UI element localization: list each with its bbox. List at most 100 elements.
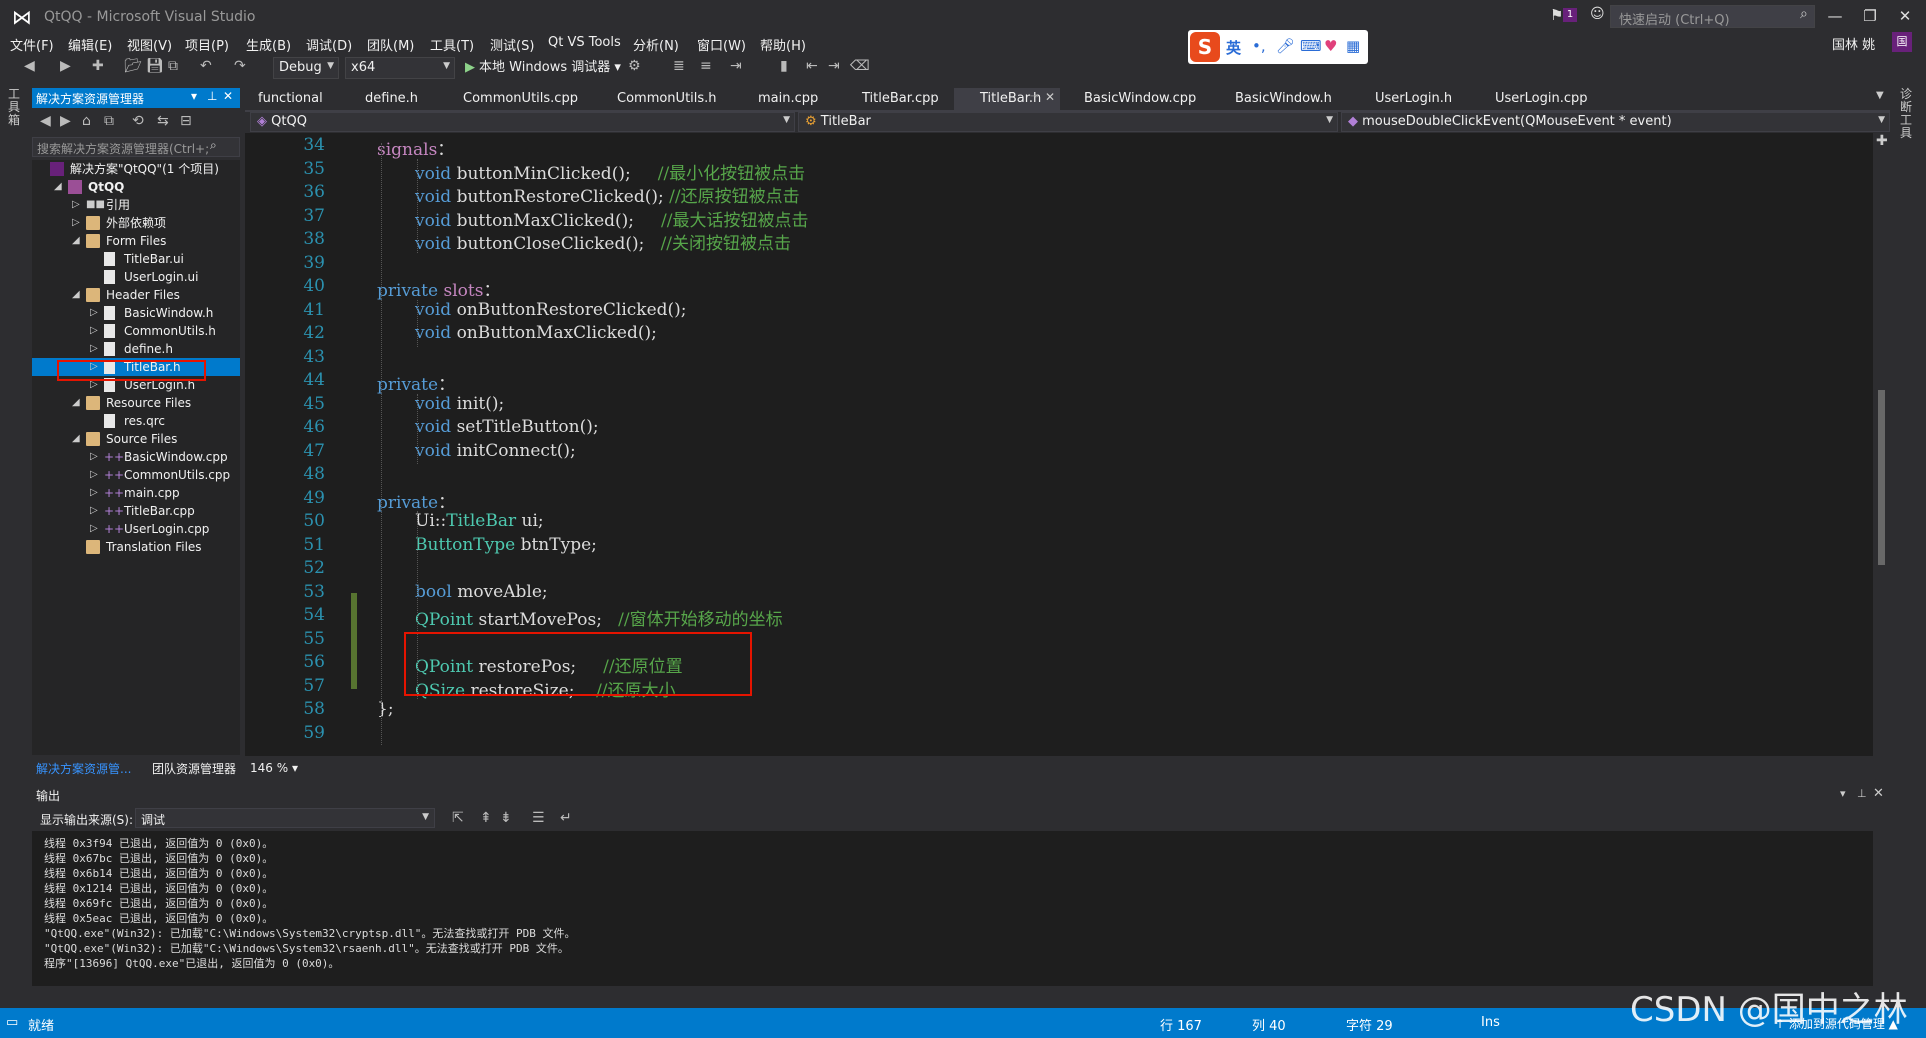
back-icon[interactable]: ◀ (40, 113, 51, 129)
prev-message-icon[interactable]: ⇞ (480, 810, 492, 826)
expand-icon[interactable]: ▷ (90, 322, 98, 340)
tab-commonutils-h[interactable]: CommonUtils.h (617, 91, 717, 106)
code-line[interactable]: void initConnect(); (415, 441, 576, 461)
tree-item[interactable]: ◢ QtQQ (32, 178, 240, 196)
tab-basicwindow-cpp[interactable]: BasicWindow.cpp (1084, 91, 1196, 106)
tree-item[interactable]: ▷ ■■ 引用 (32, 196, 240, 214)
bookmark-icon[interactable]: ▮ (780, 58, 788, 74)
collapse-icon[interactable]: ◢ (72, 286, 80, 304)
word-wrap-icon[interactable]: ↵ (560, 810, 572, 826)
code-line[interactable]: bool moveAble; (415, 582, 548, 602)
next-message-icon[interactable]: ⇟ (500, 810, 512, 826)
split-icon[interactable]: ✚ (1876, 133, 1888, 149)
close-icon[interactable]: ✕ (223, 89, 233, 103)
comment-icon[interactable]: ≣ (673, 58, 685, 74)
redo-icon[interactable]: ↷ (234, 58, 246, 74)
zoom-level[interactable]: 146 % ▾ (250, 761, 298, 775)
menu-item[interactable]: 项目(P) (185, 35, 229, 54)
tab-userlogin-h[interactable]: UserLogin.h (1375, 91, 1452, 106)
undo-icon[interactable]: ↶ (200, 58, 212, 74)
menu-item[interactable]: 工具(T) (430, 35, 474, 54)
tree-item[interactable]: ▷ BasicWindow.h (32, 304, 240, 322)
menu-item[interactable]: 帮助(H) (760, 35, 806, 54)
pin-icon[interactable]: ⊥ (207, 89, 217, 103)
tree-item[interactable]: ◢ Form Files (32, 232, 240, 250)
search-icon[interactable]: ⌕ (1800, 6, 1808, 22)
punctuation-icon[interactable]: •, (1252, 37, 1266, 55)
tab-commonutils-cpp[interactable]: CommonUtils.cpp (463, 91, 578, 106)
collapse-icon[interactable]: ◢ (72, 430, 80, 448)
editor-horizontal-scrollbar[interactable] (300, 757, 1890, 779)
collapse-icon[interactable]: ◢ (54, 178, 62, 196)
menu-item[interactable]: Qt VS Tools (548, 35, 621, 50)
tree-item[interactable]: ▷ define.h (32, 340, 240, 358)
tree-item[interactable]: ▷ ++ UserLogin.cpp (32, 520, 240, 538)
pending-changes-icon[interactable]: ⟲ (132, 113, 144, 129)
tree-item[interactable]: ◢ Source Files (32, 430, 240, 448)
tab-overflow-icon[interactable]: ▼ (1876, 90, 1884, 101)
expand-icon[interactable]: ▷ (90, 484, 98, 502)
dropdown-icon[interactable]: ▾ (1840, 787, 1846, 800)
tab-basicwindow-h[interactable]: BasicWindow.h (1235, 91, 1332, 106)
menu-item[interactable]: 视图(V) (127, 35, 172, 54)
back-icon[interactable]: ◀ (24, 58, 35, 74)
notification-flag-icon[interactable]: ⚑ (1550, 6, 1563, 24)
tree-item[interactable]: res.qrc (32, 412, 240, 430)
menu-item[interactable]: 生成(B) (246, 35, 291, 54)
output-source-select[interactable]: 调试 ▼ (135, 808, 435, 828)
clear-all-icon[interactable]: ☰ (532, 810, 545, 826)
configuration-select[interactable]: Debug ▼ (273, 57, 339, 79)
open-file-icon[interactable]: 📂︎ (124, 58, 142, 74)
menu-item[interactable]: 分析(N) (633, 35, 679, 54)
home-icon[interactable]: ⌂ (82, 113, 91, 129)
scrollbar-thumb[interactable] (1878, 390, 1885, 565)
tree-item[interactable]: UserLogin.ui (32, 268, 240, 286)
menu-item[interactable]: 编辑(E) (68, 35, 112, 54)
switch-views-icon[interactable]: ⧉ (104, 113, 114, 129)
tree-item[interactable]: ▷ ++ BasicWindow.cpp (32, 448, 240, 466)
menu-item[interactable]: 测试(S) (490, 35, 534, 54)
next-bookmark-icon[interactable]: ⇥ (828, 58, 840, 74)
code-line[interactable]: void onButtonRestoreClicked(); (415, 300, 687, 320)
feedback-icon[interactable]: ☺ (1590, 6, 1605, 22)
tree-item[interactable]: ▷ CommonUtils.h (32, 322, 240, 340)
start-debugging-button[interactable]: ▶ 本地 Windows 调试器 ▾ (465, 56, 621, 75)
expand-icon[interactable]: ▷ (90, 448, 98, 466)
tree-item[interactable]: ▷ ++ TitleBar.cpp (32, 502, 240, 520)
collapse-all-icon[interactable]: ⊟ (180, 113, 192, 129)
pin-icon[interactable]: ⊥ (1857, 787, 1867, 800)
pin-icon[interactable]: ⊸ (1030, 91, 1038, 102)
tree-item[interactable]: Translation Files (32, 538, 240, 556)
tree-item[interactable]: ▷ ++ CommonUtils.cpp (32, 466, 240, 484)
tree-item[interactable]: ▷ ++ main.cpp (32, 484, 240, 502)
tree-item[interactable]: TitleBar.ui (32, 250, 240, 268)
collapse-icon[interactable]: ◢ (72, 394, 80, 412)
code-line[interactable]: ButtonType btnType; (415, 535, 597, 555)
tab-team-explorer[interactable]: 团队资源管理器 (152, 760, 236, 777)
code-line[interactable]: void buttonMinClicked(); //最小化按钮被点击 (415, 159, 805, 184)
expand-icon[interactable]: ▷ (90, 502, 98, 520)
keyboard-icon[interactable]: ⌨ (1300, 37, 1322, 55)
restore-button[interactable]: ❐ (1855, 4, 1885, 28)
code-line[interactable]: Ui::TitleBar ui; (415, 511, 544, 531)
quick-launch-input[interactable]: 快速启动 (Ctrl+Q) (1610, 5, 1815, 28)
code-line[interactable]: private： (377, 488, 455, 513)
tree-item[interactable]: 解决方案"QtQQ"(1 个项目) (32, 160, 240, 178)
solution-search-input[interactable]: 搜索解决方案资源管理器(Ctrl+; (32, 137, 240, 157)
tab-main-cpp[interactable]: main.cpp (758, 91, 818, 106)
indent-icon[interactable]: ⇥ (730, 58, 742, 74)
forward-icon[interactable]: ▶ (60, 58, 71, 74)
tab-define-h[interactable]: define.h (365, 91, 418, 106)
tree-item[interactable]: ◢ Header Files (32, 286, 240, 304)
avatar[interactable]: 国 (1892, 32, 1912, 52)
menu-item[interactable]: 文件(F) (10, 35, 54, 54)
skin-icon[interactable]: ♥ (1324, 37, 1337, 55)
code-line[interactable]: signals： (377, 135, 454, 160)
close-button[interactable]: ✕ (1890, 4, 1920, 28)
forward-icon[interactable]: ▶ (60, 113, 71, 129)
member-select[interactable]: ◆ mouseDoubleClickEvent(QMouseEvent * ev… (1341, 112, 1890, 132)
close-icon[interactable]: ✕ (1873, 786, 1884, 801)
code-line[interactable]: void setTitleButton(); (415, 417, 599, 437)
sync-icon[interactable]: ⇆ (157, 113, 169, 129)
tree-item[interactable]: ▷ 外部依赖项 (32, 214, 240, 232)
